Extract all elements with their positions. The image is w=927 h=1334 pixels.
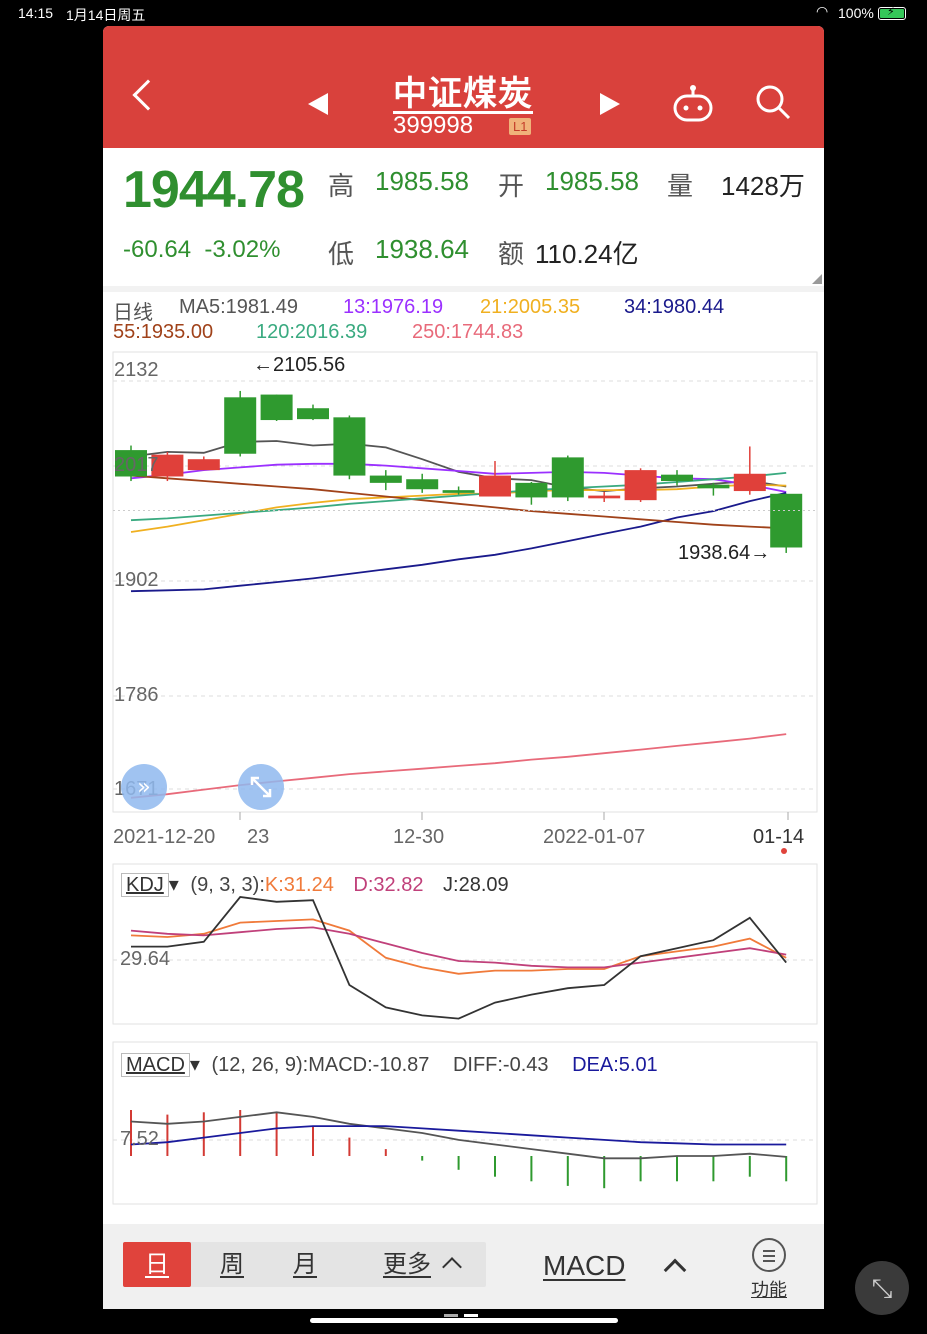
y-tick-label: 2132 [114, 359, 159, 381]
period-tabs: 日 周 月 更多 [123, 1242, 486, 1287]
candle-body [260, 394, 293, 421]
candle-body [733, 473, 766, 492]
macd-diff: DIFF:-0.43 [452, 1054, 549, 1076]
kdj-d: D:32.82 [353, 874, 424, 896]
y-tick-label: 2017 [114, 454, 159, 476]
candle-body [187, 459, 220, 471]
svg-text:»: » [137, 775, 150, 800]
function-button[interactable]: 功能 [743, 1238, 795, 1302]
candle-body [369, 475, 402, 483]
zoom-button[interactable] [237, 763, 285, 811]
kdj-params: (9, 3, 3): [190, 874, 265, 896]
x-tick-label: 2021-12-20 [113, 826, 216, 848]
candle-body [588, 495, 621, 499]
tab-day[interactable]: 日 [123, 1242, 191, 1287]
high-marker: ←2105.56 [253, 354, 346, 376]
macd-line-diff [130, 1111, 787, 1160]
candle-body [770, 493, 803, 548]
candle-body [479, 475, 511, 497]
tab-more[interactable]: 更多 [377, 1242, 437, 1287]
charts-area[interactable] [103, 26, 824, 1224]
candle-body [624, 470, 657, 501]
macd-legend: MACD ▾ (12, 26, 9):MACD:-10.87 DIFF:-0.43… [121, 1052, 658, 1077]
candle-body [661, 474, 693, 482]
more-chevron-icon[interactable] [442, 1257, 462, 1277]
macd-selector[interactable]: MACD [121, 1053, 190, 1077]
battery-icon: ⚡ [878, 6, 906, 20]
candle-body [515, 482, 548, 498]
kdj-dropdown-icon[interactable]: ▾ [169, 874, 179, 896]
kdj-selector[interactable]: KDJ [121, 873, 169, 897]
macd-dea: DEA:5.01 [572, 1054, 658, 1076]
candle-body [442, 490, 475, 493]
y-tick-label: 1786 [114, 684, 159, 706]
candle-body [697, 484, 730, 489]
scroll-left-button[interactable]: » [120, 763, 168, 811]
x-tick-label: 2022-01-07 [543, 826, 646, 848]
candle-body [551, 457, 584, 498]
home-indicator[interactable] [310, 1318, 618, 1323]
status-time: 14:15 [18, 5, 54, 21]
candle-body [406, 479, 439, 490]
candle-body [297, 408, 329, 420]
indicator-selector[interactable]: MACD [543, 1250, 625, 1282]
status-date: 1月14日周五 [66, 7, 146, 23]
kdj-line-d [130, 926, 787, 969]
low-marker: 1938.64→ [678, 542, 771, 564]
ma-line-ma55 [130, 474, 787, 530]
ma-line-ma250 [130, 733, 787, 799]
function-label: 功能 [751, 1280, 787, 1300]
x-tick-label: 23 [247, 826, 270, 848]
wifi-icon: ◠ [816, 3, 829, 19]
candle-body [333, 417, 366, 476]
kdj-legend: KDJ ▾ (9, 3, 3):K:31.24 D:32.82 J:28.09 [121, 872, 509, 897]
kdj-j: J:28.09 [443, 874, 509, 896]
menu-icon [752, 1238, 786, 1272]
kdj-line-j [131, 896, 787, 1020]
chevron-up-icon[interactable] [663, 1258, 687, 1282]
macd-line-dea [130, 1125, 787, 1146]
macd-params: (12, 26, 9): [211, 1054, 309, 1076]
x-tick-label: 12-30 [393, 826, 445, 848]
stock-app: 中证煤炭 399998 L1 1944.78 -60.64 -3.02% 高 1… [103, 26, 824, 1309]
kdj-k: K:31.24 [264, 874, 334, 896]
battery-percent: 100% [838, 5, 874, 21]
kdj-tick: 29.64 [120, 948, 171, 970]
macd-tick: 7.52 [120, 1128, 159, 1150]
status-bar: 14:15 1月14日周五 ◠ 100% ⚡ [0, 0, 927, 26]
collapse-icon[interactable]: ⤡ [855, 1261, 909, 1315]
macd-dropdown-icon[interactable]: ▾ [190, 1054, 200, 1076]
y-tick-label: 1902 [114, 569, 159, 591]
bottom-toolbar: 日 周 月 更多 MACD 功能 [103, 1224, 824, 1309]
macd-value: MACD:-10.87 [308, 1054, 430, 1076]
tab-month[interactable]: 月 [271, 1242, 339, 1287]
tab-week[interactable]: 周 [198, 1242, 266, 1287]
x-tick-label: 01-14 [753, 826, 805, 848]
candle-body [224, 397, 257, 454]
